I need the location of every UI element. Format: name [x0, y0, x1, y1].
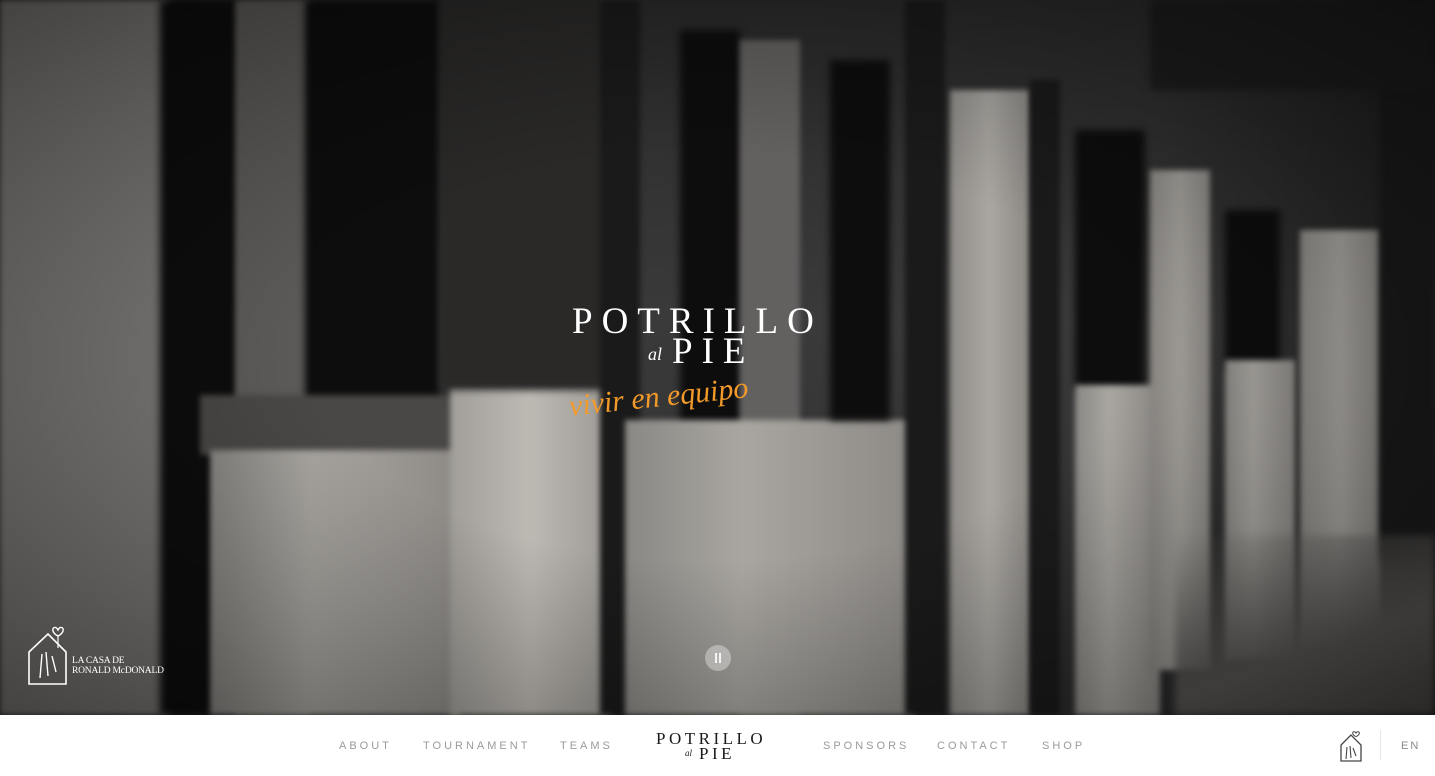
partner-name-line1: LA CASA DE	[72, 656, 125, 666]
hero-brand-logo: POTRILLO al PIE vivir en equipo	[560, 300, 880, 420]
nav-item-tournament[interactable]: TOURNAMENT	[423, 740, 530, 752]
partner-name-line2: RONALD McDONALD	[72, 666, 164, 676]
house-heart-icon	[28, 626, 67, 685]
hero-video-background: POTRILLO al PIE vivir en equipo LA CASA …	[0, 0, 1435, 715]
partner-house-icon[interactable]	[1339, 729, 1363, 763]
tagline-text: vivir en equipo	[567, 371, 749, 416]
nav-logo-al: al	[685, 748, 693, 758]
nav-home-logo[interactable]: POTRILLO al PIE	[652, 729, 784, 769]
nav-item-shop[interactable]: SHOP	[1042, 740, 1085, 752]
nav-item-teams[interactable]: TEAMS	[560, 740, 613, 752]
tagline-script: vivir en equipo	[567, 371, 749, 416]
video-pause-button[interactable]	[705, 645, 731, 671]
partner-logo[interactable]: LA CASA DE RONALD McDONALD	[26, 622, 166, 688]
nav-item-contact[interactable]: CONTACT	[937, 740, 1010, 752]
nav-logo-line2: PIE	[699, 744, 735, 763]
nav-divider	[1380, 730, 1381, 760]
nav-item-sponsors[interactable]: SPONSORS	[823, 740, 909, 752]
language-switcher[interactable]: EN	[1401, 740, 1420, 752]
nav-item-about[interactable]: ABOUT	[339, 740, 392, 752]
main-navigation: ABOUT TOURNAMENT TEAMS POTRILLO al PIE S…	[0, 715, 1435, 776]
pause-icon	[715, 653, 717, 663]
